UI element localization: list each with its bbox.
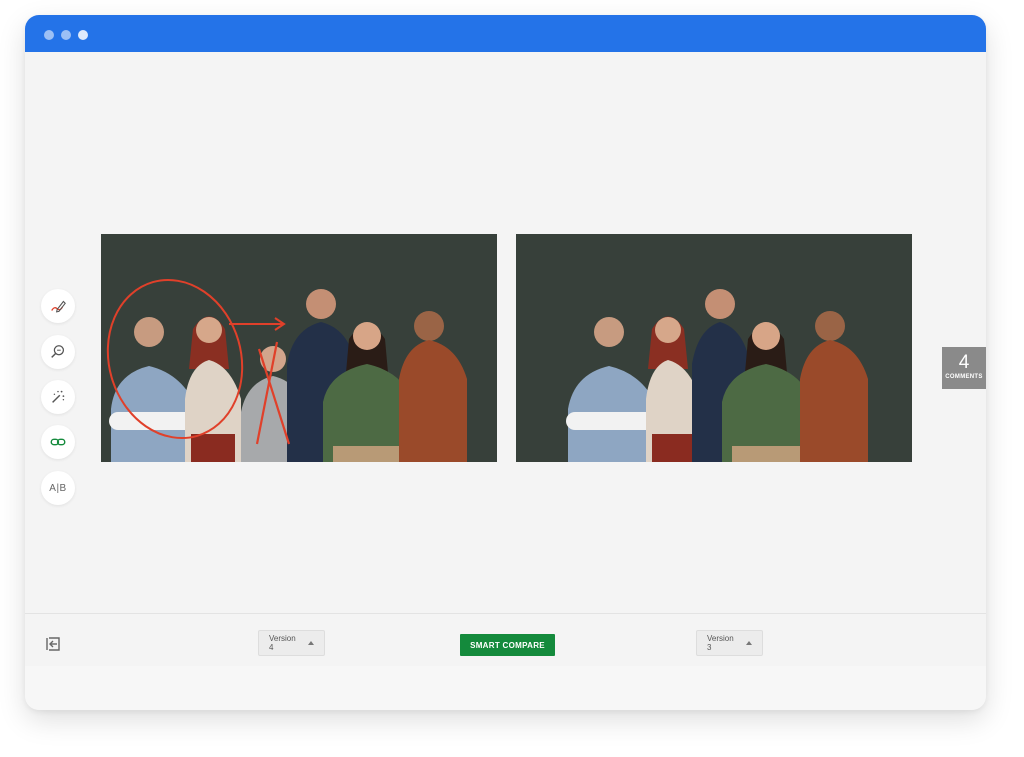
magic-wand-icon: [52, 390, 65, 403]
app-window: A|B 4 COMMENTS Version 4 SMART COMPARE V…: [25, 15, 986, 710]
zoom-tool-button[interactable]: [41, 335, 75, 369]
comments-label: COMMENTS: [945, 374, 983, 380]
smart-compare-button[interactable]: SMART COMPARE: [460, 634, 555, 656]
caret-up-icon: [308, 641, 314, 645]
window-dot-close[interactable]: [44, 30, 54, 40]
right-version-label: Version 3: [707, 634, 734, 652]
ab-icon: A|B: [49, 482, 67, 494]
magic-tool-button[interactable]: [41, 380, 75, 414]
team-photo-original: [516, 234, 912, 462]
window-dot-minimize[interactable]: [61, 30, 71, 40]
magnify-icon: [51, 345, 65, 358]
link-tool-button[interactable]: [41, 425, 75, 459]
pen-icon: [51, 300, 66, 313]
left-version-image[interactable]: [101, 234, 497, 462]
title-bar: [25, 15, 986, 52]
annotate-tool-button[interactable]: [41, 289, 75, 323]
window-dot-maximize[interactable]: [78, 30, 88, 40]
caret-up-icon: [746, 641, 752, 645]
left-version-label: Version 4: [269, 634, 296, 652]
bottom-strip: [25, 666, 986, 710]
right-version-select[interactable]: Version 3: [696, 630, 763, 656]
ab-compare-tool-button[interactable]: A|B: [41, 471, 75, 505]
link-icon: [50, 438, 66, 446]
right-version-image[interactable]: [516, 234, 912, 462]
team-photo-annotated: [101, 234, 497, 462]
compare-footer: Version 4 SMART COMPARE Version 3: [25, 613, 986, 667]
left-version-select[interactable]: Version 4: [258, 630, 325, 656]
comments-badge[interactable]: 4 COMMENTS: [942, 347, 986, 389]
comments-count: 4: [958, 352, 970, 373]
exit-icon[interactable]: [44, 635, 62, 653]
